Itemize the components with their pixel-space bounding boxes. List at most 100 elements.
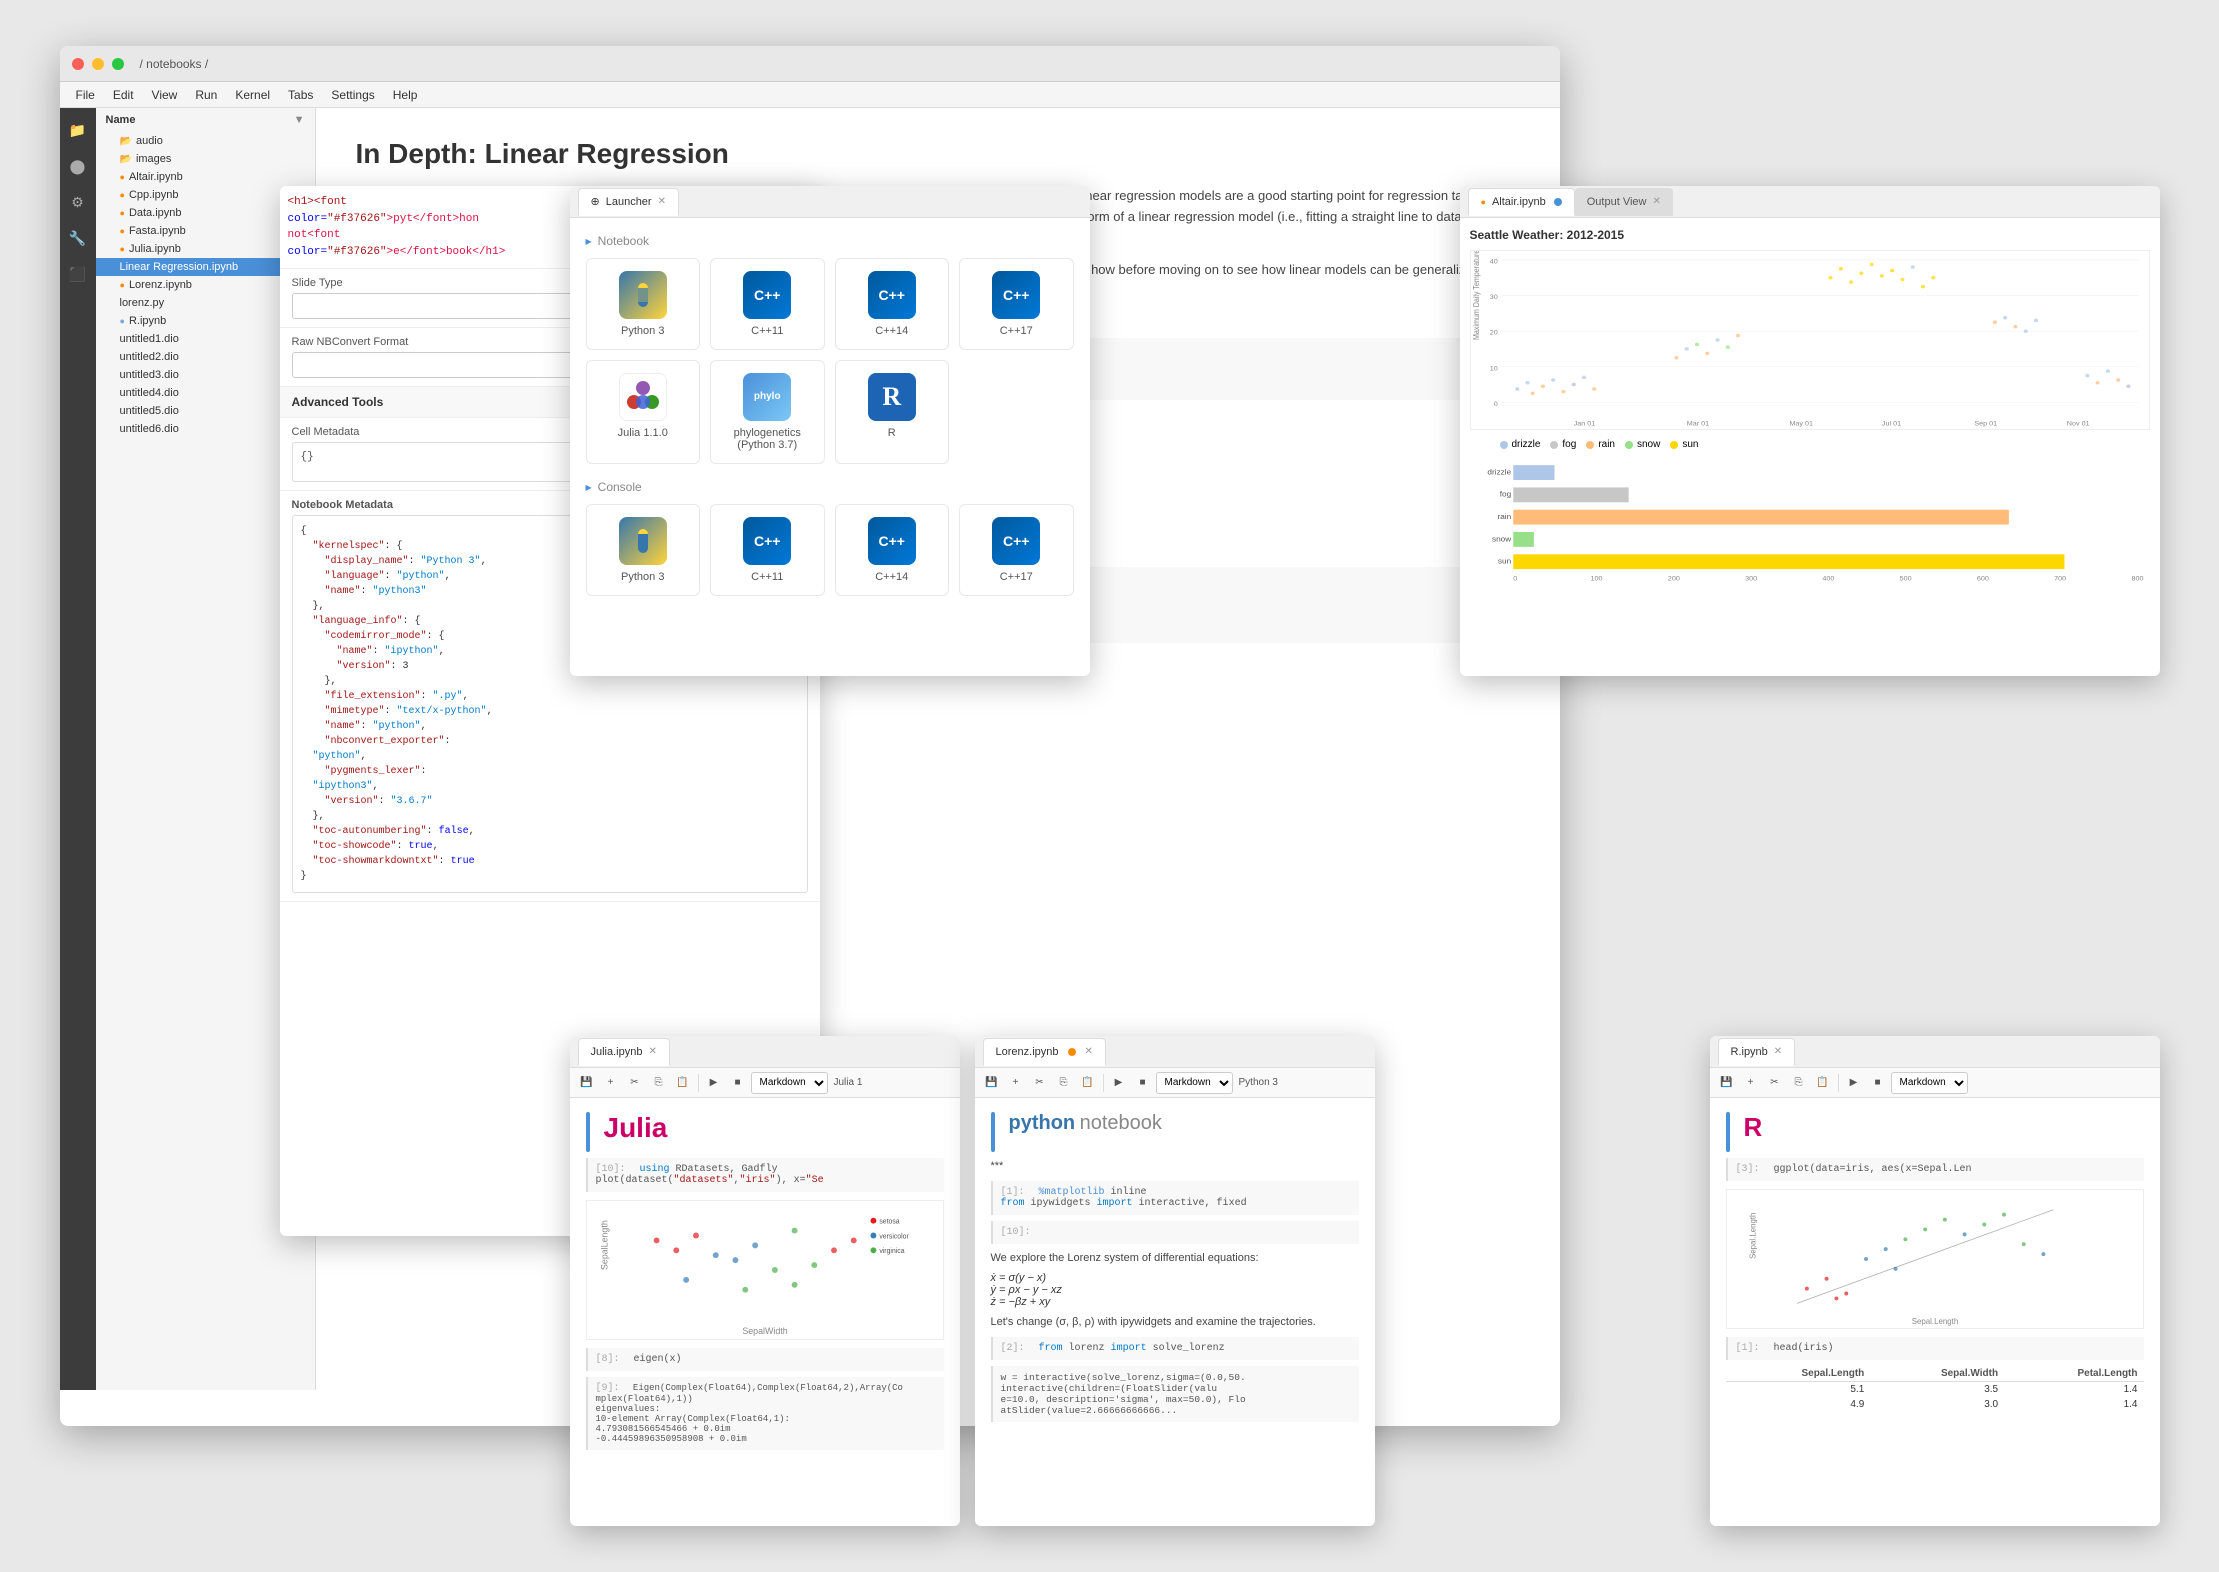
- launcher-cpp17[interactable]: C++ C++17: [959, 258, 1074, 350]
- launcher-console-cpp17[interactable]: C++ C++17: [959, 504, 1074, 596]
- console-cpp11-label: C++11: [751, 571, 783, 583]
- folder-icon-btn[interactable]: 📁: [64, 116, 92, 144]
- lorenz-run-btn[interactable]: ▶: [1108, 1072, 1130, 1094]
- r-stop-btn[interactable]: ■: [1867, 1072, 1889, 1094]
- r-add-btn[interactable]: +: [1740, 1072, 1762, 1094]
- lorenz-cut-btn[interactable]: ✂: [1029, 1072, 1051, 1094]
- launcher-julia[interactable]: Julia 1.1.0: [586, 360, 701, 464]
- julia-toolbar: 💾 + ✂ ⎘ 📋 ▶ ■ Markdown Julia 1: [570, 1068, 960, 1098]
- svg-text:500: 500: [1899, 576, 1911, 583]
- lorenz-cell1[interactable]: [1]: %matplotlib inline from ipywidgets …: [991, 1181, 1359, 1215]
- menu-help[interactable]: Help: [385, 86, 426, 104]
- menu-edit[interactable]: Edit: [105, 86, 142, 104]
- lorenz-paste-btn[interactable]: 📋: [1077, 1072, 1099, 1094]
- launcher-console-cpp11[interactable]: C++ C++11: [710, 504, 825, 596]
- sidebar-item-images[interactable]: 📂 images: [96, 150, 315, 168]
- svg-text:snow: snow: [1492, 535, 1512, 544]
- svg-text:200: 200: [1667, 576, 1679, 583]
- lorenz-cell2[interactable]: [10]:: [991, 1221, 1359, 1244]
- minimize-btn[interactable]: [92, 58, 104, 70]
- julia-add-btn[interactable]: +: [600, 1072, 622, 1094]
- julia-tab-close[interactable]: ✕: [648, 1046, 656, 1057]
- r-tab-close[interactable]: ✕: [1774, 1046, 1782, 1057]
- sidebar-item-altair[interactable]: ● Altair.ipynb: [96, 168, 315, 186]
- lorenz-tab-close[interactable]: ✕: [1085, 1046, 1093, 1057]
- launcher-phylo-label: phylogenetics (Python 3.7): [719, 427, 816, 451]
- lorenz-save-btn[interactable]: 💾: [981, 1072, 1003, 1094]
- launcher-cpp11[interactable]: C++ C++11: [710, 258, 825, 350]
- julia-stop-btn[interactable]: ■: [727, 1072, 749, 1094]
- menu-tabs[interactable]: Tabs: [280, 86, 321, 104]
- chart-area: Seattle Weather: 2012-2015 Maximum Daily…: [1460, 218, 2160, 599]
- maximize-btn[interactable]: [112, 58, 124, 70]
- lorenz-import[interactable]: [2]: from lorenz import solve_lorenz: [991, 1337, 1359, 1360]
- launcher-phylo[interactable]: phylo phylogenetics (Python 3.7): [710, 360, 825, 464]
- r-iris-table: Sepal.Length Sepal.Width Petal.Length 5.…: [1726, 1366, 2144, 1412]
- output-view-tab[interactable]: Output View ✕: [1575, 188, 1673, 216]
- launcher-console-cpp14[interactable]: C++ C++14: [835, 504, 950, 596]
- julia-cell-type[interactable]: Markdown: [751, 1072, 828, 1094]
- svg-text:600: 600: [1976, 576, 1988, 583]
- cpp14-icon: C++: [868, 271, 916, 319]
- sidebar-item-audio[interactable]: 📂 audio: [96, 132, 315, 150]
- console-cpp11-icon: C++: [743, 517, 791, 565]
- sun-color: [1670, 441, 1678, 449]
- console-cpp14-icon: C++: [868, 517, 916, 565]
- r-head-cell[interactable]: [1]: head(iris): [1726, 1337, 2144, 1360]
- r-cell-type[interactable]: Markdown: [1891, 1072, 1968, 1094]
- julia-paste-btn[interactable]: 📋: [672, 1072, 694, 1094]
- lorenz-cell-type[interactable]: Markdown: [1156, 1072, 1233, 1094]
- r-cell1[interactable]: [3]: ggplot(data=iris, aes(x=Sepal.Len: [1726, 1158, 2144, 1181]
- r-run-btn[interactable]: ▶: [1843, 1072, 1865, 1094]
- julia-run-btn[interactable]: ▶: [703, 1072, 725, 1094]
- r-save-btn[interactable]: 💾: [1716, 1072, 1738, 1094]
- circle-icon-btn[interactable]: ⬤: [64, 152, 92, 180]
- menu-file[interactable]: File: [68, 86, 103, 104]
- lorenz-stop-btn[interactable]: ■: [1132, 1072, 1154, 1094]
- puzzle-icon-btn[interactable]: ⬛: [64, 260, 92, 288]
- output-close-icon[interactable]: ✕: [1652, 196, 1660, 207]
- rain-color: [1586, 441, 1594, 449]
- gear-icon-btn[interactable]: ⚙: [64, 188, 92, 216]
- julia-cell1[interactable]: [10]: using RDatasets, Gadfly plot(datas…: [586, 1158, 944, 1192]
- menu-run[interactable]: Run: [187, 86, 225, 104]
- python3-icon: [619, 271, 667, 319]
- launcher-console-python3[interactable]: Python 3: [586, 504, 701, 596]
- julia-save-btn[interactable]: 💾: [576, 1072, 598, 1094]
- lorenz-interactive[interactable]: w = interactive(solve_lorenz,sigma=(0.0,…: [991, 1366, 1359, 1422]
- cpp17-icon: C++: [992, 271, 1040, 319]
- python-title-row: python notebook: [991, 1112, 1359, 1152]
- r-tab[interactable]: R.ipynb ✕: [1718, 1038, 1796, 1066]
- legend-sun: sun: [1670, 439, 1698, 450]
- julia-cut-btn[interactable]: ✂: [624, 1072, 646, 1094]
- lorenz-text1: We explore the Lorenz system of differen…: [991, 1250, 1359, 1267]
- lorenz-modified-dot: [1068, 1048, 1076, 1056]
- launcher-cpp14[interactable]: C++ C++14: [835, 258, 950, 350]
- r-paste-btn[interactable]: 📋: [1812, 1072, 1834, 1094]
- launcher-tab-close[interactable]: ✕: [658, 196, 666, 207]
- tools-icon-btn[interactable]: 🔧: [64, 224, 92, 252]
- lorenz-add-btn[interactable]: +: [1005, 1072, 1027, 1094]
- close-btn[interactable]: [72, 58, 84, 70]
- julia-cell2[interactable]: [8]: eigen(x): [586, 1348, 944, 1371]
- svg-text:SepalLength: SepalLength: [599, 1220, 609, 1270]
- console-cpp17-label: C++17: [1000, 571, 1033, 583]
- menu-view[interactable]: View: [144, 86, 186, 104]
- r-cut-btn[interactable]: ✂: [1764, 1072, 1786, 1094]
- lorenz-tab[interactable]: Lorenz.ipynb ✕: [983, 1038, 1106, 1066]
- launcher-tab[interactable]: ⊕ Launcher ✕: [578, 188, 679, 216]
- lorenz-copy-btn[interactable]: ⎘: [1053, 1072, 1075, 1094]
- altair-tab[interactable]: ● Altair.ipynb: [1468, 188, 1575, 216]
- menu-kernel[interactable]: Kernel: [227, 86, 278, 104]
- altair-window: ● Altair.ipynb Output View ✕ Seattle Wea…: [1460, 186, 2160, 676]
- julia-copy-btn[interactable]: ⎘: [648, 1072, 670, 1094]
- julia-tab[interactable]: Julia.ipynb ✕: [578, 1038, 670, 1066]
- launcher-r[interactable]: R R: [835, 360, 950, 464]
- menu-settings[interactable]: Settings: [323, 86, 382, 104]
- svg-text:versicolor: versicolor: [879, 1233, 909, 1240]
- notebook-title: In Depth: Linear Regression: [356, 138, 1520, 170]
- launcher-notebook-grid: Python 3 C++ C++11 C++ C++14 C++: [586, 258, 1074, 464]
- windows-front-group: <h1><font color="#f37626">pyt</font>hon …: [280, 186, 2160, 1526]
- r-copy-btn[interactable]: ⎘: [1788, 1072, 1810, 1094]
- launcher-python3[interactable]: Python 3: [586, 258, 701, 350]
